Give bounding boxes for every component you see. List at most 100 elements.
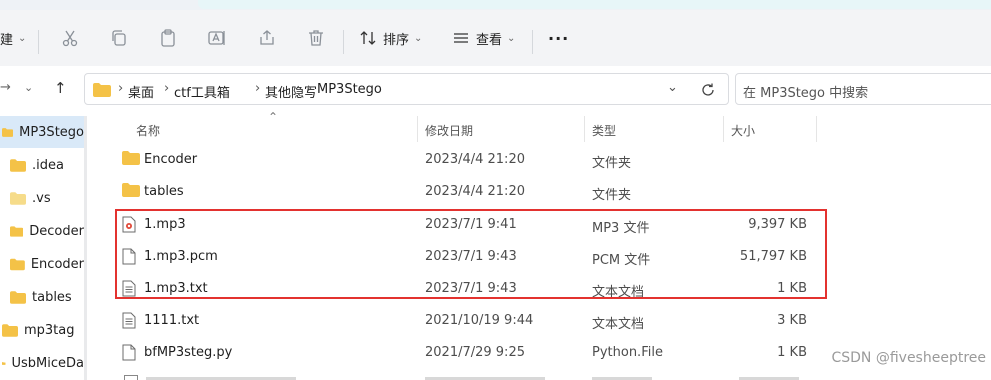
nav-item-label: mp3tag	[24, 322, 75, 338]
column-header-size[interactable]: 大小	[731, 122, 755, 139]
file-row-partial[interactable]	[124, 375, 804, 380]
new-label: 建	[0, 32, 14, 48]
navigation-pane-scrollbar[interactable]	[84, 116, 87, 380]
file-name: Encoder	[144, 152, 198, 167]
search-placeholder: 在 MP3Stego 中搜索	[743, 86, 869, 101]
file-name: 1111.txt	[144, 313, 200, 328]
breadcrumb-separator-icon: ›	[255, 81, 261, 96]
nav-item-mp3tag[interactable]: mp3tag	[0, 314, 84, 346]
file-name: bfMP3steg.py	[144, 345, 233, 360]
scissors-icon	[62, 30, 78, 47]
column-header-type[interactable]: 类型	[592, 122, 616, 139]
file-row-tables[interactable]: tables 2023/4/4 21:20 文件夹	[104, 176, 817, 208]
nav-item-idea[interactable]: .idea	[0, 149, 84, 181]
file-row-encoder[interactable]: Encoder 2023/4/4 21:20 文件夹	[104, 144, 817, 176]
column-divider[interactable]	[723, 116, 724, 142]
file-date: 2021/7/29 9:25	[425, 345, 525, 360]
copy-icon	[112, 30, 126, 46]
file-row-1111-txt[interactable]: 1111.txt 2021/10/19 9:44 文本文档 3 KB	[104, 305, 817, 337]
file-type: 文件夹	[592, 188, 632, 203]
folder-icon	[93, 83, 111, 97]
toolbar-divider	[38, 30, 39, 54]
nav-item-vs[interactable]: .vs	[0, 182, 84, 214]
nav-item-label: UsbMiceDa	[11, 355, 85, 371]
new-button[interactable]: 建 ⌄	[0, 20, 26, 56]
column-divider[interactable]	[584, 116, 585, 142]
address-history-chevron-icon[interactable]: ⌄	[667, 80, 678, 95]
highlight-box	[115, 209, 827, 299]
folder-icon	[10, 258, 25, 270]
view-button[interactable]: 查看 ⌄	[452, 20, 515, 56]
file-date: 2021/10/19 9:44	[425, 313, 534, 328]
folder-icon	[10, 158, 26, 172]
command-bar: 建 ⌄ 排序 ⌄ 查看 ⌄ ···	[0, 10, 991, 66]
file-icon	[122, 344, 136, 361]
folder-icon	[2, 127, 14, 137]
cut-button[interactable]	[60, 20, 80, 56]
more-options-button[interactable]: ···	[548, 20, 569, 56]
copy-button[interactable]	[109, 20, 129, 56]
breadcrumb-separator-icon: ›	[164, 81, 170, 96]
paste-button[interactable]	[158, 20, 178, 56]
address-bar[interactable]: › 桌面 › ctf工具箱 › 其他隐写 › MP3Stego ⌄	[84, 73, 729, 105]
file-row-bfmp3steg-py[interactable]: bfMP3steg.py 2021/7/29 9:25 Python.File …	[104, 337, 817, 369]
nav-item-decoder[interactable]: Decoder	[0, 215, 84, 247]
chevron-down-icon: ⌄	[507, 32, 516, 44]
text-file-icon	[122, 312, 136, 329]
file-type: 文本文档	[592, 317, 645, 332]
nav-item-label: .idea	[32, 157, 64, 173]
breadcrumb-separator-icon: ›	[118, 81, 124, 96]
folder-icon	[122, 151, 140, 165]
folder-icon	[2, 361, 6, 365]
folder-icon	[10, 225, 24, 237]
trash-icon	[309, 30, 323, 46]
nav-item-label: MP3Stego	[19, 124, 84, 140]
breadcrumb-desktop[interactable]: 桌面	[128, 82, 154, 101]
view-list-icon	[454, 33, 468, 43]
delete-button[interactable]	[306, 20, 326, 56]
forward-arrow-icon[interactable]: →	[0, 80, 11, 95]
nav-item-label: Encoder	[30, 256, 84, 272]
file-size: 3 KB	[777, 313, 807, 328]
nav-item-label: Decoder	[29, 223, 84, 239]
column-header-name[interactable]: 名称	[136, 122, 160, 139]
watermark: CSDN @fivesheeptree	[831, 350, 986, 366]
up-arrow-icon[interactable]: ↑	[54, 79, 67, 97]
navigation-pane: MP3Stego .idea .vs Decoder Encoder table…	[0, 116, 84, 380]
share-button[interactable]	[257, 20, 277, 56]
nav-item-tables[interactable]: tables	[0, 281, 84, 313]
breadcrumb-mp3stego[interactable]: MP3Stego	[317, 82, 382, 97]
nav-item-usbmicedata[interactable]: UsbMiceDa	[0, 347, 84, 379]
nav-item-mp3stego[interactable]: MP3Stego	[0, 116, 84, 148]
file-type: 文件夹	[592, 156, 632, 171]
breadcrumb-ctf-tools[interactable]: ctf工具箱	[174, 82, 230, 101]
file-size: 1 KB	[777, 345, 807, 360]
refresh-icon[interactable]	[700, 82, 716, 98]
active-tab[interactable]	[198, 0, 991, 9]
file-name: tables	[144, 184, 184, 199]
rename-button[interactable]	[207, 20, 227, 56]
recent-locations-chevron-icon[interactable]: ⌄	[24, 81, 33, 94]
view-label: 查看	[476, 32, 503, 48]
column-divider[interactable]	[417, 116, 418, 142]
file-date: 2023/4/4 21:20	[425, 152, 525, 167]
toolbar-divider	[343, 30, 344, 54]
file-type: Python.File	[592, 345, 663, 360]
folder-icon	[10, 290, 26, 304]
breadcrumb-separator-icon: ›	[307, 81, 313, 96]
column-divider[interactable]	[816, 116, 817, 142]
nav-item-label: .vs	[32, 190, 51, 206]
sort-ascending-icon: ⌃	[268, 110, 279, 124]
sort-icon	[360, 31, 376, 45]
search-input[interactable]: 在 MP3Stego 中搜索	[735, 73, 991, 105]
nav-item-encoder[interactable]: Encoder	[0, 248, 84, 280]
nav-item-label: tables	[32, 289, 72, 305]
tab-strip	[0, 0, 991, 10]
folder-icon	[10, 191, 26, 205]
clipboard-icon	[161, 29, 175, 47]
sort-button[interactable]: 排序 ⌄	[359, 20, 422, 56]
chevron-down-icon: ⌄	[414, 32, 423, 44]
folder-icon	[122, 183, 140, 197]
column-header-date[interactable]: 修改日期	[425, 122, 473, 139]
sort-label: 排序	[383, 32, 410, 48]
